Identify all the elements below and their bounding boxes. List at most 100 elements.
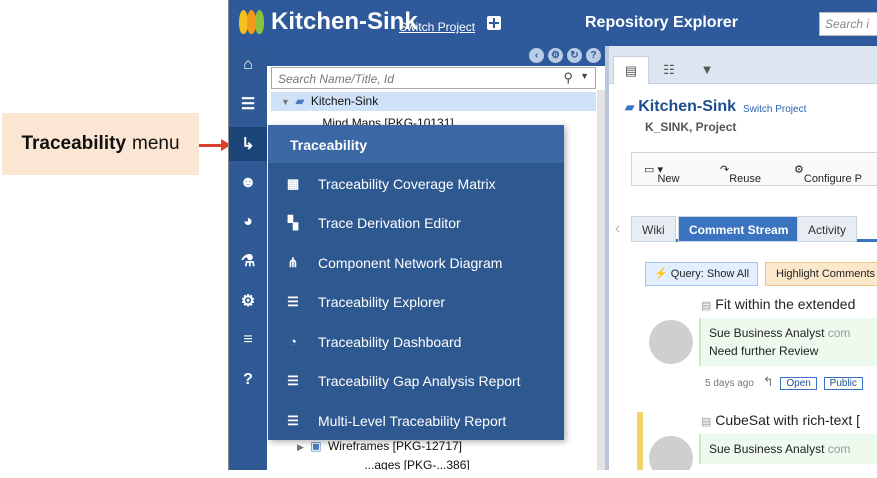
tree-settings-icon[interactable]: ⚙ bbox=[548, 48, 563, 63]
menu-item-multilevel-report[interactable]: ☰ Multi-Level Traceability Report bbox=[268, 401, 564, 440]
detail-tab-bar: ▤ ☷ ▼ bbox=[609, 46, 877, 84]
menu-item-label: Trace Derivation Editor bbox=[318, 214, 461, 231]
tab-tree-icon[interactable]: ☷ bbox=[651, 56, 687, 84]
menu-item-network-diagram[interactable]: ⋔ Component Network Diagram bbox=[268, 243, 564, 282]
tree-search-input[interactable]: Search Name/Title, Id ⚲ ▼ bbox=[271, 67, 596, 89]
comment-body: Sue Business Analyst com Need further Re… bbox=[699, 318, 877, 366]
tree-row-label: Kitchen-Sink bbox=[310, 94, 379, 108]
configure-button[interactable]: ⚙ Configure P bbox=[794, 163, 862, 185]
sidebar-users-icon[interactable]: ☻ bbox=[229, 166, 267, 200]
new-button[interactable]: ▭ New ▾ bbox=[644, 163, 679, 185]
tree-row-label: ...ages [PKG-...386] bbox=[364, 458, 470, 470]
sidebar-flask-icon[interactable]: ⚗ bbox=[229, 244, 267, 278]
comment-title[interactable]: ▤ CubeSat with rich-text [ bbox=[701, 412, 860, 428]
multilevel-report-icon: ☰ bbox=[287, 412, 299, 428]
avatar bbox=[649, 436, 693, 470]
tree-expand-icon[interactable]: ▶ bbox=[297, 442, 304, 452]
tabs-scroll-left-icon[interactable]: ‹ bbox=[615, 220, 620, 238]
comment-body: Sue Business Analyst com bbox=[699, 434, 877, 464]
tree-row-label: Wireframes [PKG-12717] bbox=[327, 439, 462, 453]
gap-report-icon: ☰ bbox=[287, 372, 299, 388]
comment-author[interactable]: Sue Business Analyst bbox=[709, 442, 824, 456]
detail-pane: ▤ ☷ ▼ ▰ Kitchen-Sink Switch Project K_SIN… bbox=[609, 46, 877, 470]
refresh-icon[interactable]: ↻ bbox=[567, 48, 582, 63]
new-label: New bbox=[657, 173, 680, 185]
tree-scrollbar[interactable] bbox=[597, 90, 605, 470]
global-search-input[interactable]: Search i bbox=[819, 12, 877, 36]
comment-title[interactable]: ▤ Fit within the extended bbox=[701, 296, 855, 312]
traceability-callout: Traceability menu bbox=[2, 113, 199, 175]
query-filter-button[interactable]: ⚡ Query: Show All bbox=[645, 262, 759, 286]
project-name[interactable]: Kitchen-Sink bbox=[271, 8, 418, 36]
tree-expand-icon[interactable]: ▼ bbox=[281, 97, 290, 107]
sidebar-gear-icon[interactable]: ⚙ bbox=[229, 284, 267, 318]
comment-author[interactable]: Sue Business Analyst bbox=[709, 326, 824, 340]
top-bar: Kitchen-Sink Switch Project Repository E… bbox=[229, 0, 877, 46]
sidebar-traceability-icon[interactable]: ↳ bbox=[229, 127, 267, 161]
search-icon[interactable]: ⚲ bbox=[563, 70, 573, 86]
tree-search-placeholder: Search Name/Title, Id bbox=[278, 72, 394, 86]
menu-item-label: Multi-Level Traceability Report bbox=[318, 412, 507, 429]
menu-item-gap-analysis-report[interactable]: ☰ Traceability Gap Analysis Report bbox=[268, 361, 564, 400]
comment-text: Need further Review bbox=[709, 344, 819, 358]
network-icon: ⋔ bbox=[287, 254, 299, 270]
reuse-button[interactable]: ↷ Reuse bbox=[720, 163, 761, 185]
menu-item-label: Component Network Diagram bbox=[318, 254, 503, 271]
tree-help-icon[interactable]: ? bbox=[586, 48, 601, 63]
configure-label: Configure P bbox=[803, 173, 862, 185]
menu-item-label: Traceability Coverage Matrix bbox=[318, 175, 496, 192]
add-icon[interactable] bbox=[487, 16, 501, 30]
derivation-icon: ▚ bbox=[288, 214, 298, 230]
collapse-icon[interactable]: ‹ bbox=[529, 48, 544, 63]
menu-item-label: Traceability Dashboard bbox=[318, 333, 462, 350]
tab-more-chevron-icon[interactable]: ▼ bbox=[689, 56, 725, 84]
tree-row-root[interactable]: ▼ ▰ Kitchen-Sink bbox=[271, 92, 596, 111]
document-icon: ▤ bbox=[701, 416, 712, 428]
tab-comment-stream[interactable]: Comment Stream bbox=[678, 216, 800, 242]
detail-title-text: Kitchen-Sink bbox=[638, 98, 737, 115]
sidebar-database-icon[interactable]: ☰ bbox=[229, 87, 267, 121]
comment-action: com bbox=[827, 442, 851, 456]
menu-item-traceability-dashboard[interactable]: ◔ Traceability Dashboard bbox=[268, 322, 564, 361]
visibility-badge-public[interactable]: Public bbox=[823, 377, 863, 390]
switch-project-link[interactable]: Switch Project bbox=[399, 20, 475, 34]
callout-arrow bbox=[199, 144, 223, 147]
sidebar-menu-icon[interactable]: ≡ bbox=[229, 323, 267, 357]
tab-activity[interactable]: Activity bbox=[797, 216, 858, 242]
highlight-comments-button[interactable]: Highlight Comments bbox=[765, 262, 877, 286]
sidebar-home-icon[interactable]: ⌂ bbox=[229, 48, 267, 82]
document-icon: ▤ bbox=[701, 300, 712, 312]
reply-icon[interactable]: ↰ bbox=[763, 374, 774, 389]
tree-row-partial[interactable]: ...ages [PKG-...386] bbox=[271, 456, 596, 470]
tab-wiki[interactable]: Wiki bbox=[631, 216, 676, 242]
detail-toolbar: ▭ New ▾ ↷ Reuse ⚙ Configure P bbox=[631, 152, 877, 186]
matrix-icon: ▦ bbox=[286, 175, 300, 191]
menu-item-coverage-matrix[interactable]: ▦ Traceability Coverage Matrix bbox=[268, 164, 564, 203]
comment-timestamp: 5 days ago bbox=[705, 378, 754, 389]
app-logo[interactable] bbox=[239, 10, 265, 34]
traceability-menu: Traceability ▦ Traceability Coverage Mat… bbox=[268, 125, 564, 440]
highlight-marker bbox=[637, 412, 643, 470]
avatar bbox=[649, 320, 693, 364]
menu-item-derivation-editor[interactable]: ▚ Trace Derivation Editor bbox=[268, 203, 564, 242]
comment-action: com bbox=[827, 326, 851, 340]
sidebar-help-icon[interactable]: ? bbox=[229, 363, 267, 397]
callout-bold: Traceability bbox=[21, 133, 127, 154]
comment-title-text: Fit within the extended bbox=[715, 296, 856, 312]
query-filter-label: Query: Show All bbox=[670, 268, 750, 280]
chevron-down-icon[interactable]: ▼ bbox=[580, 71, 589, 81]
folder-icon: ▰ bbox=[295, 94, 305, 108]
detail-switch-project-link[interactable]: Switch Project bbox=[743, 104, 806, 115]
menu-item-label: Traceability Gap Analysis Report bbox=[318, 372, 521, 389]
tab-details-icon[interactable]: ▤ bbox=[613, 56, 649, 84]
detail-title: ▰ Kitchen-Sink bbox=[625, 98, 736, 116]
tree-toolbar: ‹ ⚙ ↻ ? bbox=[267, 46, 605, 66]
explorer-icon: ☰ bbox=[287, 293, 299, 309]
comment-meta: 5 days ago ↰ Open Public bbox=[705, 374, 863, 390]
bolt-icon: ⚡ bbox=[654, 268, 668, 280]
sidebar: ⌂ ☰ ↳ ☻ ◕ ⚗ ⚙ ≡ ? bbox=[229, 46, 267, 470]
sidebar-pie-chart-icon[interactable]: ◕ bbox=[229, 205, 267, 239]
status-badge-open[interactable]: Open bbox=[780, 377, 817, 390]
package-icon: ▣ bbox=[310, 439, 322, 453]
menu-item-traceability-explorer[interactable]: ☰ Traceability Explorer bbox=[268, 282, 564, 321]
